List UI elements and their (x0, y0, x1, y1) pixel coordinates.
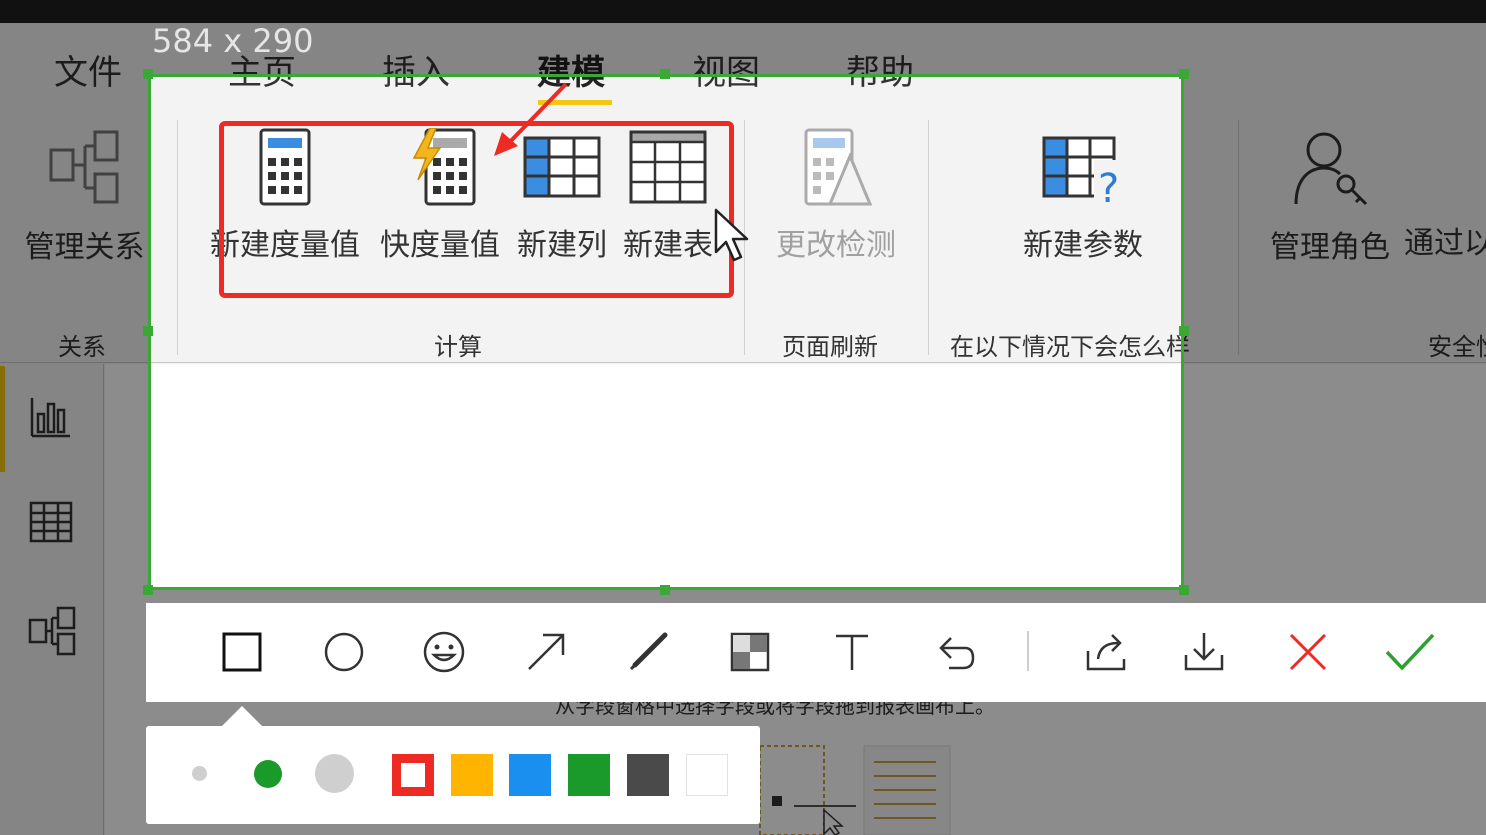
color-swatch-white[interactable] (686, 754, 728, 796)
dim-overlay (0, 74, 148, 590)
cancel-button[interactable] (1280, 624, 1336, 680)
rectangle-icon (222, 632, 262, 672)
resize-handle-e[interactable] (1179, 326, 1189, 336)
pen-tool[interactable] (620, 624, 676, 680)
color-swatch-blue[interactable] (509, 754, 551, 796)
rectangle-tool[interactable] (214, 624, 270, 680)
color-swatch-green[interactable] (568, 754, 610, 796)
color-swatch-red[interactable] (392, 754, 434, 796)
confirm-button[interactable] (1382, 624, 1438, 680)
annotation-rectangle[interactable] (219, 121, 734, 298)
stroke-size-large[interactable] (315, 754, 354, 793)
selection-size-label: 584 x 290 (152, 22, 314, 60)
resize-handle-ne[interactable] (1179, 69, 1189, 79)
arrow-tool[interactable] (518, 624, 574, 680)
share-icon (1086, 634, 1126, 671)
download-icon (1184, 633, 1224, 671)
cancel-icon (1289, 633, 1327, 671)
resize-handle-w[interactable] (143, 326, 153, 336)
undo-button[interactable] (928, 624, 984, 680)
arrow-icon (528, 633, 565, 670)
palette-pointer (222, 706, 262, 726)
mouse-cursor-icon (714, 208, 749, 262)
resize-handle-sw[interactable] (143, 585, 153, 595)
pen-icon (629, 632, 668, 671)
text-tool[interactable] (824, 624, 880, 680)
share-button[interactable] (1078, 624, 1134, 680)
mosaic-tool[interactable] (722, 624, 778, 680)
circle-icon (324, 632, 364, 672)
color-swatch-yellow[interactable] (451, 754, 493, 796)
text-icon (836, 634, 868, 670)
download-button[interactable] (1176, 624, 1232, 680)
resize-handle-se[interactable] (1179, 585, 1189, 595)
mosaic-icon (730, 632, 770, 672)
color-swatch-gray[interactable] (627, 754, 669, 796)
confirm-icon (1385, 633, 1435, 671)
emoji-tool[interactable] (416, 624, 472, 680)
selected-indicator (401, 763, 425, 787)
undo-icon (939, 637, 975, 670)
stroke-size-small[interactable] (192, 766, 207, 781)
resize-handle-nw[interactable] (143, 69, 153, 79)
circle-tool[interactable] (316, 624, 372, 680)
resize-handle-s[interactable] (660, 585, 670, 595)
stroke-size-medium[interactable] (254, 760, 282, 788)
emoji-icon (423, 631, 465, 673)
resize-handle-n[interactable] (660, 69, 670, 79)
dim-overlay (1184, 74, 1486, 590)
annotation-arrow-icon[interactable] (488, 80, 578, 160)
toolbar-divider (1027, 631, 1029, 671)
